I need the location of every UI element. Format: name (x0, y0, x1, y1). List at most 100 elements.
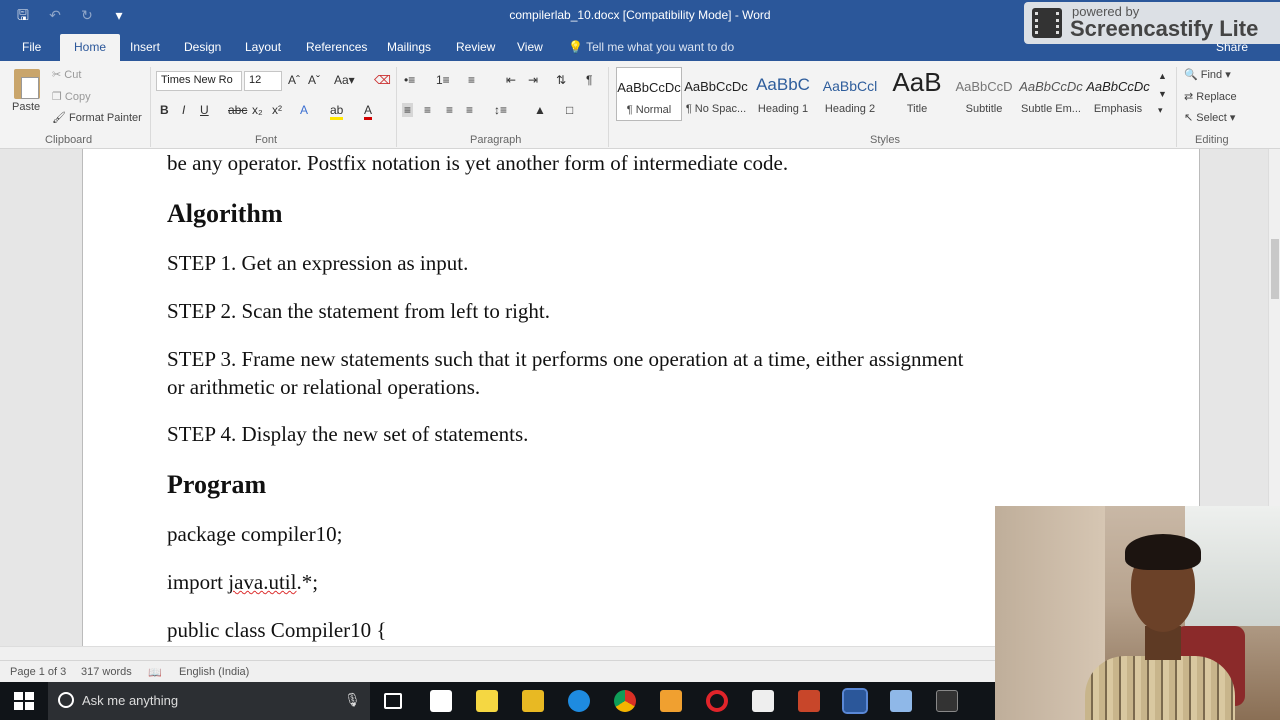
align-center-icon[interactable]: ≡ (424, 103, 431, 117)
borders-icon[interactable]: □ (566, 103, 573, 117)
step-4-text[interactable]: STEP 4. Display the new set of statement… (167, 422, 528, 447)
grow-font-icon[interactable]: Aˆ (288, 73, 300, 87)
bold-icon[interactable]: B (160, 103, 169, 117)
taskbar-search[interactable]: Ask me anything 🎙 (48, 682, 370, 720)
show-formatting-icon[interactable]: ¶ (586, 73, 592, 87)
styles-scroll-up-icon[interactable]: ▲ (1158, 71, 1167, 81)
align-left-icon[interactable]: ≡ (402, 103, 414, 117)
strikethrough-icon[interactable]: abc (228, 103, 247, 117)
film-app-icon[interactable] (936, 690, 958, 712)
proofing-icon[interactable]: 📖 (148, 666, 162, 679)
step-2-text[interactable]: STEP 2. Scan the statement from left to … (167, 299, 550, 324)
page-count[interactable]: Page 1 of 3 (10, 666, 66, 678)
document-app-icon[interactable] (752, 690, 774, 712)
style-heading-1[interactable]: AaBbC Heading 1 (750, 67, 816, 121)
word-count[interactable]: 317 words (81, 666, 132, 678)
tab-review[interactable]: Review (456, 40, 495, 54)
windows-start-icon[interactable] (14, 692, 34, 710)
powerpoint-icon[interactable] (798, 690, 820, 712)
style-preview: AaBbCcD (955, 79, 1013, 94)
style-preview: AaBbC (756, 75, 810, 94)
edge-icon[interactable] (568, 690, 590, 712)
editing-group-label: Editing (1195, 134, 1229, 146)
style-subtitle[interactable]: AaBbCcD Subtitle (951, 67, 1017, 121)
styles-more-icon[interactable]: ▾ (1158, 105, 1163, 116)
app-icon[interactable] (660, 690, 682, 712)
superscript-icon[interactable]: x² (272, 103, 282, 117)
paste-button[interactable]: Paste (12, 101, 40, 113)
format-painter-button[interactable]: 🖌 Format Painter (52, 111, 142, 124)
spelling-error-token[interactable]: java.util (228, 570, 296, 594)
align-right-icon[interactable]: ≡ (446, 103, 453, 117)
multilevel-list-icon[interactable]: ≡ (468, 73, 475, 87)
step-1-text[interactable]: STEP 1. Get an expression as input. (167, 251, 468, 276)
change-case-icon[interactable]: Aa▾ (334, 73, 355, 87)
style-title[interactable]: AaB Title (884, 67, 950, 121)
select-button[interactable]: ↖ Select ▾ (1184, 111, 1235, 124)
find-button[interactable]: 🔍 Find ▾ (1184, 68, 1231, 81)
font-color-icon[interactable]: A (364, 103, 373, 120)
text-effects-icon[interactable]: A (300, 103, 308, 117)
file-explorer-icon[interactable] (522, 690, 544, 712)
clear-formatting-icon[interactable]: ⌫ (374, 73, 391, 87)
replace-button[interactable]: ⇄ Replace (1184, 90, 1237, 103)
language-indicator[interactable]: English (India) (179, 666, 249, 678)
tab-view[interactable]: View (517, 40, 543, 54)
highlight-icon[interactable]: ab (330, 103, 344, 120)
tab-mailings[interactable]: Mailings (387, 40, 431, 54)
tab-references[interactable]: References (306, 40, 367, 54)
store-icon[interactable] (430, 690, 452, 712)
shrink-font-icon[interactable]: Aˇ (308, 73, 320, 87)
code-line-class[interactable]: public class Compiler10 { (167, 618, 386, 643)
tab-layout[interactable]: Layout (245, 40, 281, 54)
paragraph-group-label: Paragraph (470, 134, 522, 146)
decrease-indent-icon[interactable]: ⇤ (506, 73, 516, 87)
underline-icon[interactable]: U (200, 103, 209, 117)
style-heading-2[interactable]: AaBbCcl Heading 2 (817, 67, 883, 121)
copy-label: Copy (64, 91, 91, 103)
sticky-notes-icon[interactable] (476, 690, 498, 712)
replace-label: Replace (1196, 91, 1237, 103)
tab-design[interactable]: Design (184, 40, 221, 54)
font-size-combo[interactable]: 12 (244, 71, 282, 91)
style-subtle-emphasis[interactable]: AaBbCcDc Subtle Em... (1018, 67, 1084, 121)
task-view-icon[interactable] (384, 693, 402, 709)
style-no-spacing[interactable]: AaBbCcDc ¶ No Spac... (683, 67, 749, 121)
code-line-import[interactable]: import java.util.*; (167, 570, 318, 595)
chrome-icon[interactable] (614, 690, 636, 712)
opera-icon[interactable] (706, 690, 728, 712)
word-icon[interactable] (842, 688, 868, 714)
step-3-continuation[interactable]: or arithmetic or relational operations. (167, 375, 480, 400)
app-cube-icon[interactable] (890, 690, 912, 712)
divider (396, 67, 397, 147)
heading-algorithm[interactable]: Algorithm (167, 199, 283, 229)
shading-icon[interactable]: ▲ (534, 103, 546, 117)
subscript-icon[interactable]: x₂ (252, 103, 263, 117)
scroll-thumb[interactable] (1271, 239, 1279, 299)
tab-home[interactable]: Home (60, 34, 121, 61)
italic-icon[interactable]: I (182, 103, 185, 117)
tell-me-box[interactable]: 💡 Tell me what you want to do (568, 40, 734, 54)
body-text-line[interactable]: be any operator. Postfix notation is yet… (167, 151, 788, 176)
font-name-combo[interactable]: Times New Ro (156, 71, 242, 91)
line-spacing-icon[interactable]: ↕≡ (494, 103, 507, 117)
styles-scroll-down-icon[interactable]: ▼ (1158, 89, 1167, 99)
microphone-icon[interactable]: 🎙 (344, 692, 361, 708)
code-token: .*; (296, 570, 319, 594)
code-line-package[interactable]: package compiler10; (167, 522, 343, 547)
copy-button[interactable]: ❐ Copy (52, 90, 91, 103)
step-3-text[interactable]: STEP 3. Frame new statements such that i… (167, 347, 963, 372)
numbering-icon[interactable]: 1≡ (436, 73, 450, 87)
style-emphasis[interactable]: AaBbCcDc Emphasis (1085, 67, 1151, 121)
heading-program[interactable]: Program (167, 470, 266, 500)
justify-icon[interactable]: ≡ (466, 103, 473, 117)
tab-file[interactable]: File (22, 40, 41, 54)
style-normal[interactable]: AaBbCcDc ¶ Normal (616, 67, 682, 121)
increase-indent-icon[interactable]: ⇥ (528, 73, 538, 87)
bullets-icon[interactable]: •≡ (404, 73, 415, 87)
cut-button[interactable]: ✂ Cut (52, 68, 81, 81)
tab-insert[interactable]: Insert (130, 40, 160, 54)
font-group-label: Font (255, 134, 278, 146)
sort-icon[interactable]: ⇅ (556, 73, 566, 87)
paste-icon[interactable] (14, 69, 40, 99)
